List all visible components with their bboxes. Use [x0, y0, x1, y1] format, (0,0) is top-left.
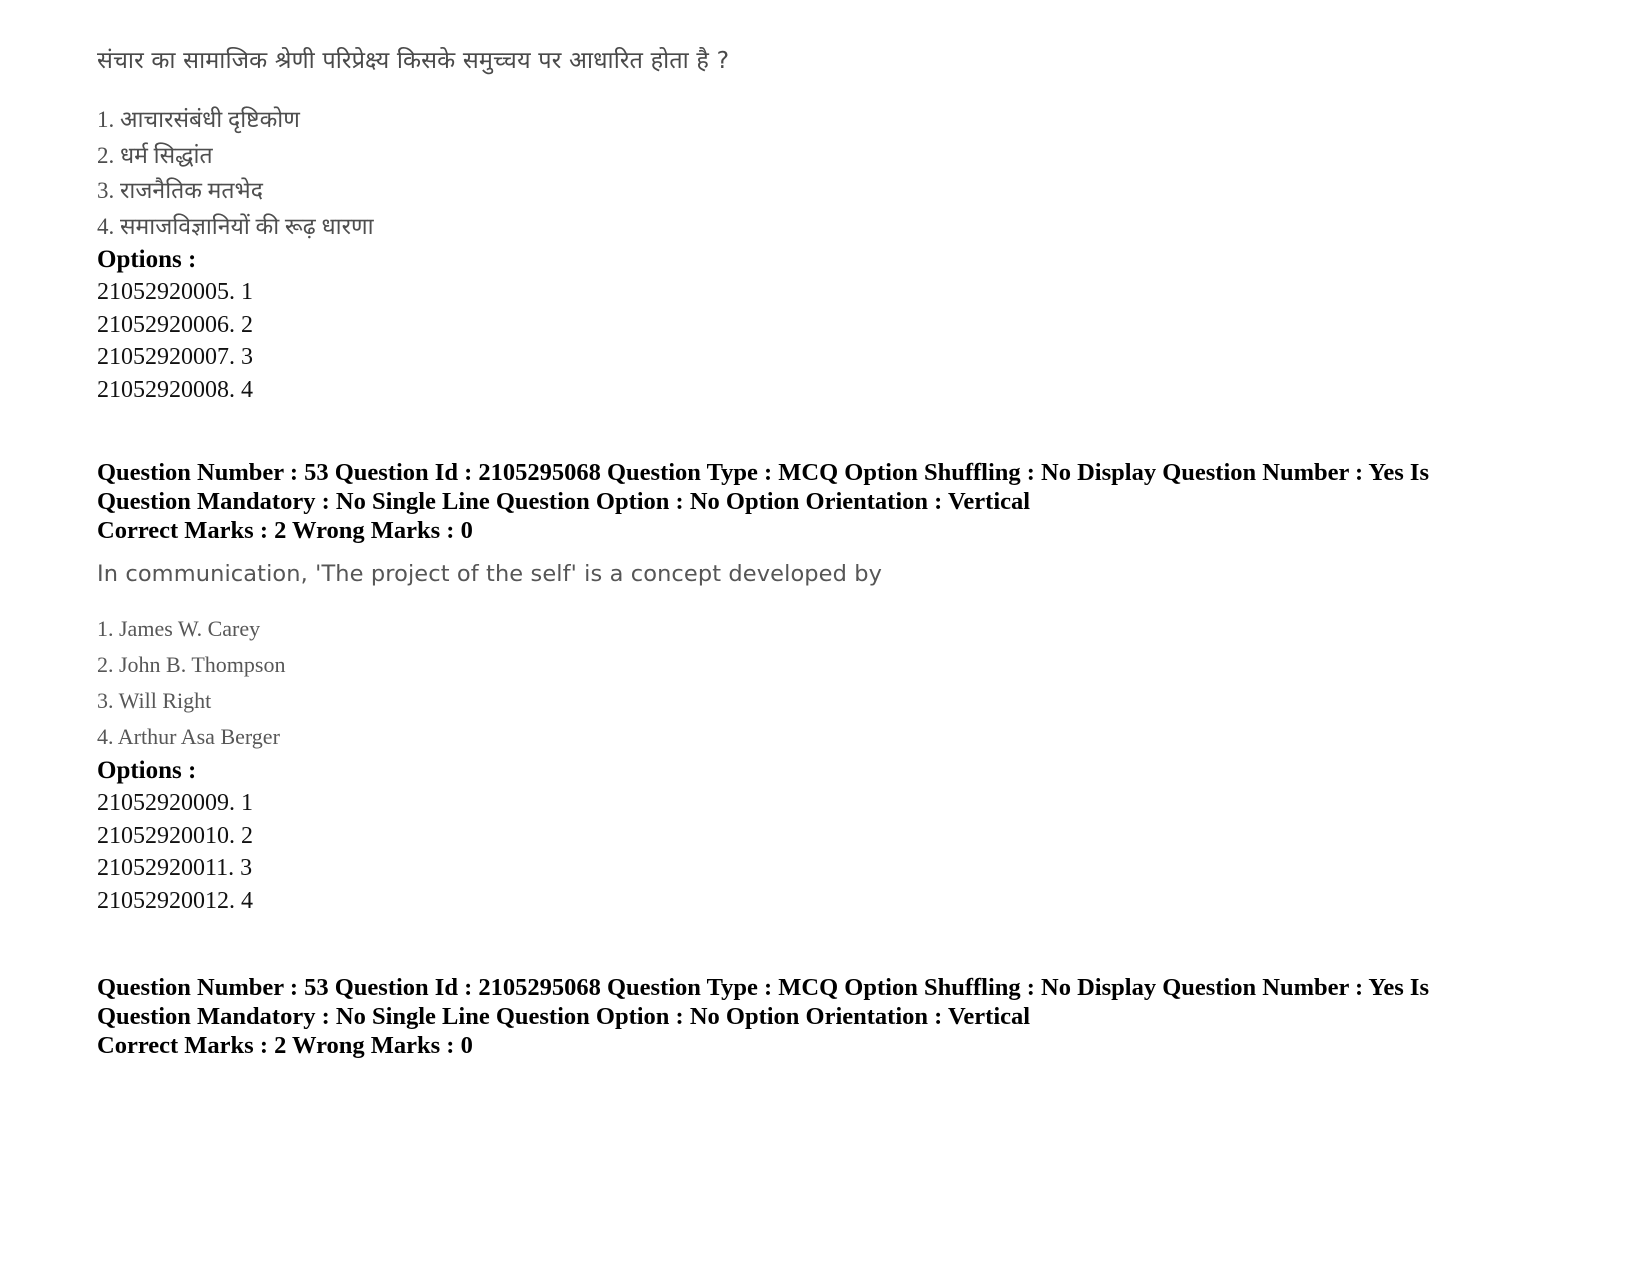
option-id-row: 21052920012. 4	[97, 887, 253, 914]
hindi-option-2: 2. धर्म सिद्धांत	[97, 142, 213, 168]
english-option-3: 3. Will Right	[97, 688, 212, 713]
hindi-question-section: संचार का सामाजिक श्रेणी परिप्रेक्ष्य किस…	[97, 44, 1517, 406]
option-id-row: 21052920010. 2	[97, 822, 253, 849]
english-question-section: In communication, 'The project of the se…	[97, 559, 1517, 917]
metadata-marks-line: Correct Marks : 2 Wrong Marks : 0	[97, 1032, 473, 1059]
metadata-line-2: Question Mandatory : No Single Line Ques…	[97, 488, 1031, 515]
option-id-row: 21052920006. 2	[97, 311, 253, 338]
option-id-row: 21052920011. 3	[97, 855, 253, 881]
hindi-option-id-list: 21052920005. 1 21052920006. 2 2105292000…	[97, 276, 1517, 406]
option-id-row: 21052920008. 4	[97, 376, 253, 403]
english-option-id-list: 21052920009. 1 21052920010. 2 2105292001…	[97, 787, 1517, 917]
metadata-line-1: Question Number : 53 Question Id : 21052…	[97, 459, 1429, 486]
metadata-line-2: Question Mandatory : No Single Line Ques…	[97, 1003, 1031, 1030]
hindi-option-3: 3. राजनैतिक मतभेद	[97, 178, 263, 203]
page-content: संचार का सामाजिक श्रेणी परिप्रेक्ष्य किस…	[97, 44, 1517, 1060]
hindi-option-4: 4. समाजविज्ञानियों की रूढ़ धारणा	[97, 213, 374, 239]
question-metadata-1: Question Number : 53 Question Id : 21052…	[97, 458, 1517, 545]
english-option-2: 2. John B. Thompson	[97, 652, 286, 677]
option-id-row: 21052920009. 1	[97, 790, 253, 816]
option-id-row: 21052920005. 1	[97, 279, 253, 305]
english-question-text: In communication, 'The project of the se…	[97, 561, 883, 587]
english-option-4: 4. Arthur Asa Berger	[97, 724, 280, 749]
hindi-option-list: 1. आचारसंबंधी दृष्टिकोण 2. धर्म सिद्धांत…	[97, 102, 1517, 244]
document-page: संचार का सामाजिक श्रेणी परिप्रेक्ष्य किस…	[0, 0, 1650, 1275]
english-option-list: 1. James W. Carey 2. John B. Thompson 3.…	[97, 611, 1517, 755]
options-label-2: Options :	[97, 757, 197, 784]
metadata-marks-line: Correct Marks : 2 Wrong Marks : 0	[97, 517, 473, 544]
hindi-option-1: 1. आचारसंबंधी दृष्टिकोण	[97, 107, 300, 132]
options-label-1: Options :	[97, 246, 197, 273]
metadata-line-1: Question Number : 53 Question Id : 21052…	[97, 974, 1429, 1001]
option-id-row: 21052920007. 3	[97, 344, 253, 370]
english-option-1: 1. James W. Carey	[97, 616, 261, 641]
hindi-question-text: संचार का सामाजिक श्रेणी परिप्रेक्ष्य किस…	[97, 46, 730, 74]
question-metadata-2: Question Number : 53 Question Id : 21052…	[97, 973, 1517, 1060]
